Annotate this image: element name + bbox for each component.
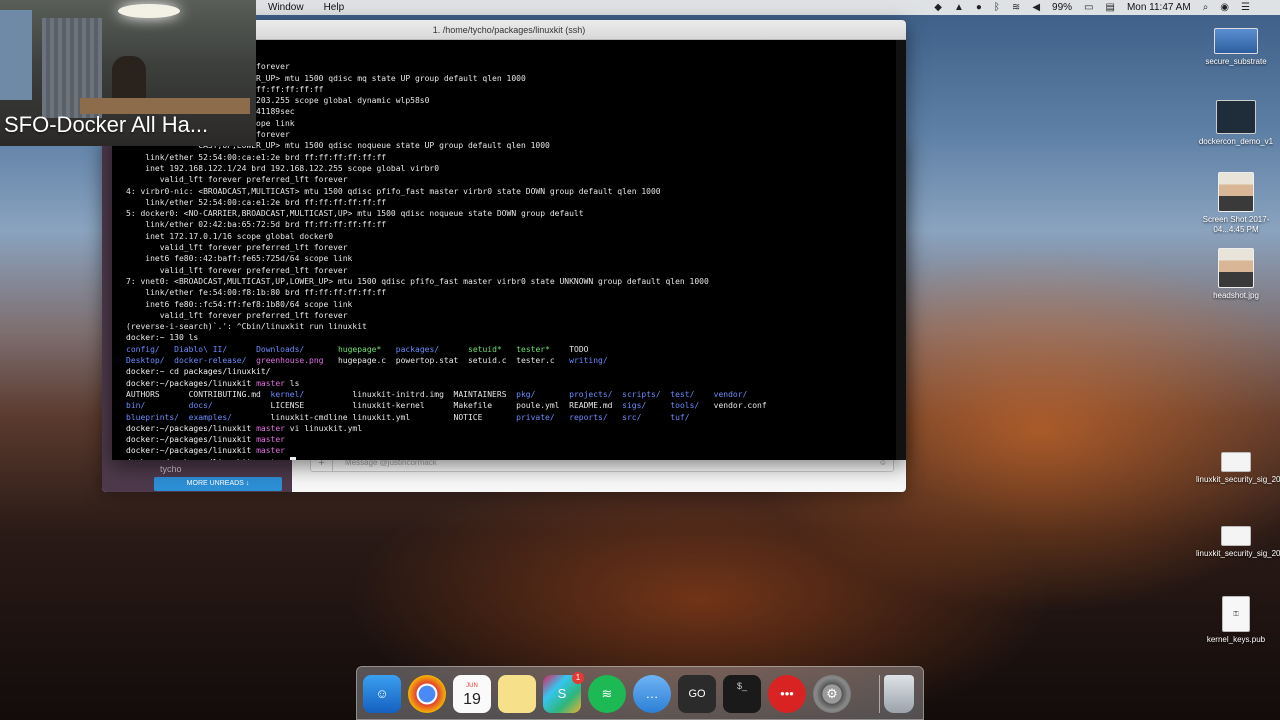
webcam-scene [118, 4, 180, 18]
desktop-icon-secure-substrate[interactable]: secure_substrate [1196, 28, 1276, 67]
terminal-line: blueprints/ examples/ linuxkit-cmdline l… [126, 412, 690, 422]
notification-center-icon[interactable]: ☰ [1241, 0, 1250, 15]
terminal-prompt[interactable]: docker:~/packages/linuxkit master [126, 456, 296, 460]
system-preferences-icon[interactable]: ⚙ [813, 675, 851, 713]
desktop-icon-label: headshot.jpg [1213, 291, 1259, 300]
arrow-down-icon: ↓ [245, 480, 250, 487]
more-unreads-label: MORE UNREADS [186, 480, 244, 487]
terminal-line: docker:~ cd packages/linuxkit/ [126, 367, 271, 377]
desktop-icon-label: Screen Shot 2017-04...4.45 PM [1202, 215, 1270, 234]
messages-icon[interactable]: … [633, 675, 671, 713]
image-icon [1218, 172, 1254, 212]
calendar-day: 19 [463, 691, 481, 708]
menu-left: Window Help [268, 0, 344, 15]
terminal-line: valid_lft forever preferred_lft forever [126, 243, 348, 253]
desktop-icon-label: secure_substrate [1205, 57, 1267, 66]
desktop-icon-label: dockercon_demo_v1 [1198, 137, 1274, 146]
volume-icon[interactable]: ◀ [1032, 0, 1040, 15]
record-icon[interactable]: ••• [768, 675, 806, 713]
webcam-overlay: SFO-Docker All Ha... [0, 0, 256, 146]
terminal-scrollbar[interactable] [896, 40, 906, 460]
finder-icon[interactable]: ☺ [363, 675, 401, 713]
terminal-line: valid_lft forever preferred_lft forever [126, 265, 348, 275]
terminal-line: (reverse-i-search)`.': ^Cbin/linuxkit ru… [126, 322, 367, 332]
chrome-icon[interactable] [408, 675, 446, 713]
slack-sidebar-item[interactable]: tycho [160, 464, 182, 474]
terminal-line: docker:~/packages/linuxkit master vi lin… [126, 423, 363, 433]
siri-icon[interactable]: ◉ [1220, 0, 1229, 15]
desktop-icon-headshot[interactable]: headshot.jpg [1196, 248, 1276, 301]
terminal-line: AUTHORS CONTRIBUTING.md kernel/ linuxkit… [126, 389, 748, 399]
terminal-line: inet6 fe80::42:baff:fe65:725d/64 scope l… [126, 254, 353, 264]
notification-badge: 1 [572, 672, 584, 684]
terminal-line: inet6 fe80::fc54:ff:fef8:1b80/64 scope l… [126, 299, 353, 309]
desktop-icon-label: linuxkit_security_sig_2017_06_07 [1196, 549, 1280, 558]
wifi-icon[interactable]: ≋ [1012, 0, 1020, 15]
terminal-line: link/ether fe:54:00:f8:1b:80 brd ff:ff:f… [126, 288, 387, 298]
notes-icon[interactable] [498, 675, 536, 713]
stream-caption: SFO-Docker All Ha... [4, 112, 209, 137]
terminal-line: 4: virbr0-nic: <BROADCAST,MULTICAST> mtu… [126, 186, 661, 196]
webcam-scene [0, 10, 32, 100]
terminal-line: link/ether 02:42:ba:65:72:5d brd ff:ff:f… [126, 220, 387, 230]
desktop-icon-label: linuxkit_security_sig_2017_05_24 [1196, 475, 1280, 484]
desktop-icon-security-sig-0524[interactable]: linuxkit_security_sig_2017_05_24 [1196, 452, 1280, 485]
terminal-line: docker:~ 130 ls [126, 333, 199, 343]
spotlight-icon[interactable]: ⌕ [1203, 0, 1209, 15]
terminal-line: inet 172.17.0.1/16 scope global docker0 [126, 231, 334, 241]
key-file-icon: ⚿ [1222, 596, 1250, 632]
terminal-line: docker:~/packages/linuxkit master [126, 446, 285, 456]
gogland-icon[interactable]: GO [678, 675, 716, 713]
status-area: ◆ ▲ ● ᛒ ≋ ◀ 99% ▭ ▤ Mon 11:47 AM ⌕ ◉ ☰ [934, 0, 1250, 15]
folder-icon [1214, 28, 1258, 54]
menu-clock[interactable]: Mon 11:47 AM [1127, 0, 1191, 15]
terminal-line: docker:~/packages/linuxkit master [126, 435, 285, 445]
bluetooth-icon[interactable]: ᛒ [994, 0, 1000, 15]
document-icon [1221, 452, 1251, 472]
dropbox-icon[interactable]: ◆ [934, 0, 942, 15]
desktop-icon-label: kernel_keys.pub [1206, 635, 1266, 644]
battery-percent[interactable]: 99% [1052, 0, 1072, 15]
terminal-line: valid_lft forever preferred_lft forever [126, 175, 348, 185]
document-icon [1216, 100, 1256, 134]
terminal-line: 7: vnet0: <BROADCAST,MULTICAST,UP,LOWER_… [126, 276, 709, 286]
terminal-line: inet 192.168.122.1/24 brd 192.168.122.25… [126, 163, 440, 173]
terminal-line: Desktop/ docker-release/ greenhouse.png … [126, 356, 608, 366]
battery-icon[interactable]: ▭ [1084, 0, 1093, 15]
terminal-line: valid_lft forever preferred_lft forever [126, 310, 348, 320]
terminal-line: link/ether 52:54:00:ca:e1:2e brd ff:ff:f… [126, 197, 387, 207]
image-icon [1218, 248, 1254, 288]
spotify-icon[interactable]: ≋ [588, 675, 626, 713]
dock: ☺ JUN 19 S1 ≋ … GO $_ ••• ⚙ [356, 666, 924, 720]
desktop-icon-security-sig-0607[interactable]: linuxkit_security_sig_2017_06_07 [1196, 526, 1280, 559]
desktop-icon-dockercon-demo[interactable]: dockercon_demo_v1 [1196, 100, 1276, 147]
terminal-icon[interactable]: $_ [723, 675, 761, 713]
slack-icon[interactable]: S1 [543, 672, 584, 713]
menu-window[interactable]: Window [268, 0, 304, 15]
desktop-icon-kernel-keys[interactable]: ⚿ kernel_keys.pub [1196, 596, 1276, 645]
keyboard-flag-icon[interactable]: ▤ [1105, 0, 1114, 15]
dock-separator [879, 675, 880, 713]
document-icon [1221, 526, 1251, 546]
desktop-icon-screen-shot[interactable]: Screen Shot 2017-04...4.45 PM [1196, 172, 1276, 235]
terminal-line: link/ether 52:54:00:ca:e1:2e brd ff:ff:f… [126, 152, 387, 162]
text-cursor [289, 456, 296, 460]
calendar-icon[interactable]: JUN 19 [453, 675, 491, 713]
trash-icon[interactable] [884, 675, 914, 713]
terminal-line: docker:~/packages/linuxkit master ls [126, 378, 300, 388]
terminal-line: bin/ docs/ LICENSE linuxkit-kernel Makef… [126, 401, 767, 411]
terminal-line: 5: docker0: <NO-CARRIER,BROADCAST,MULTIC… [126, 209, 584, 219]
alert-icon[interactable]: ▲ [954, 0, 964, 15]
terminal-line: config/ Diablo\ II/ Downloads/ hugepage*… [126, 344, 589, 354]
more-unreads-button[interactable]: MORE UNREADS ↓ [154, 477, 282, 491]
menu-help[interactable]: Help [324, 0, 345, 15]
extension-icon[interactable]: ● [976, 0, 982, 15]
